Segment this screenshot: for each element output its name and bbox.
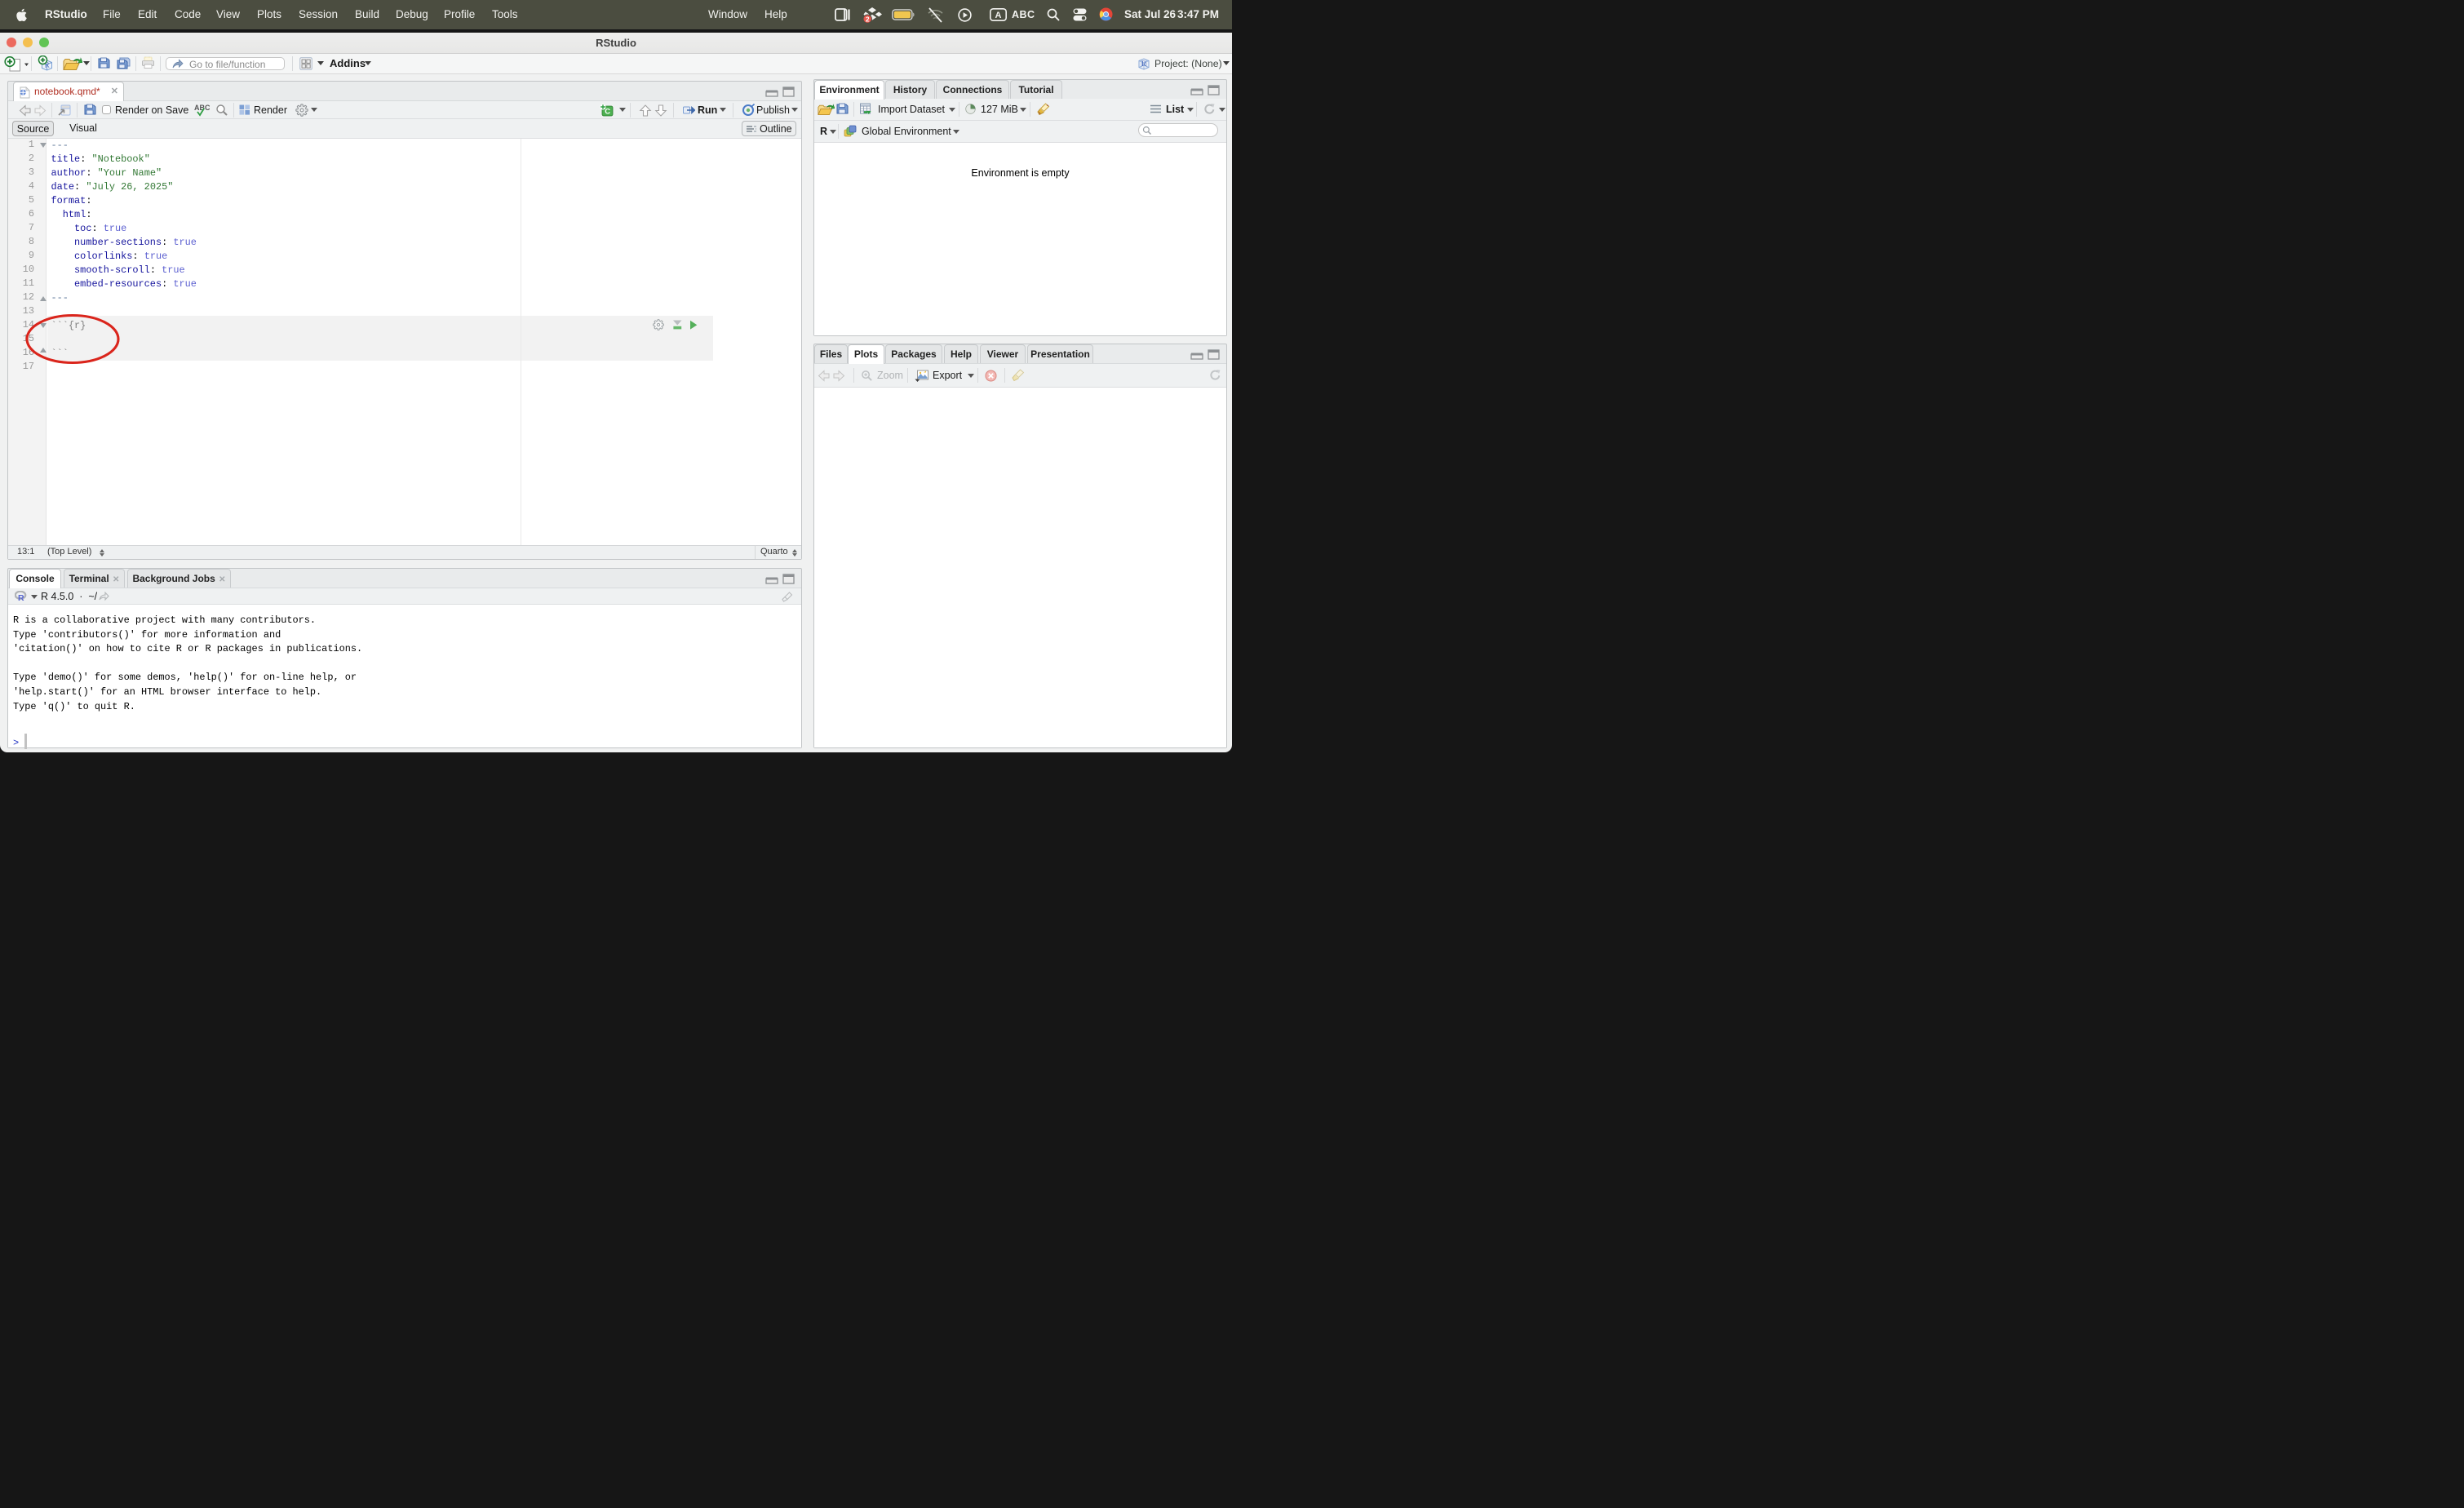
svg-text:A: A [995, 11, 1002, 20]
svg-text:C: C [605, 108, 610, 117]
svg-text:R: R [18, 593, 24, 601]
svg-text:2: 2 [866, 16, 870, 24]
svg-text:R: R [1141, 60, 1146, 68]
